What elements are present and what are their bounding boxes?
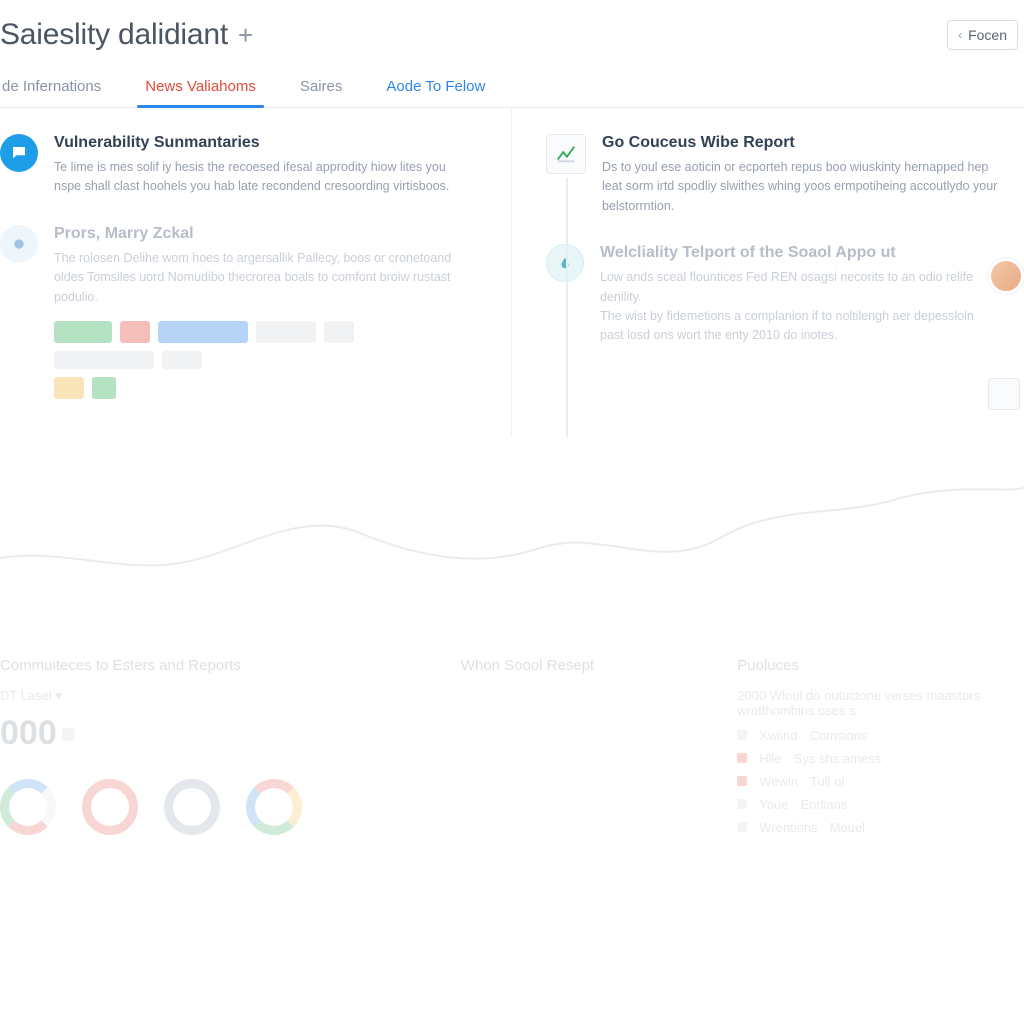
feed-item[interactable]: Prors, Marry Zckal The rolosen Delihe wo… xyxy=(0,225,475,399)
panel-subtitle: DT Lasel ▾ xyxy=(0,688,431,704)
tab-saires[interactable]: Saires xyxy=(298,68,345,107)
feed-item-title: Prors, Marry Zckal xyxy=(54,225,475,243)
forecast-button[interactable]: ‹ Focen xyxy=(947,20,1018,50)
chart-up-icon xyxy=(546,134,586,174)
circle-icon xyxy=(0,225,38,263)
drop-icon xyxy=(546,244,584,282)
panel-title: Commuiteces to Esters and Reports xyxy=(0,657,431,674)
panel-whon-soool: Whon Soool Resept xyxy=(461,657,737,843)
list-item: HlleSys shs amess xyxy=(737,751,994,766)
list-item: WrentionsMouel xyxy=(737,820,994,835)
donut-chart xyxy=(82,779,138,835)
donut-chart xyxy=(164,779,220,835)
feed-item[interactable]: Go Couceus Wibe Report Ds to youl ese ao… xyxy=(546,134,1000,216)
list-item: YoueEnrlians xyxy=(737,797,994,812)
panel-title: Puoluces xyxy=(737,657,994,674)
donut-row xyxy=(0,779,431,835)
tab-informations[interactable]: de Infernations xyxy=(0,68,103,107)
badge-row xyxy=(54,377,475,399)
list-item: WewinTull ol xyxy=(737,774,994,789)
tab-aode-to-felow[interactable]: Aode To Felow xyxy=(384,68,487,107)
forecast-button-label: Focen xyxy=(968,27,1007,43)
panel-puoluces: Puoluces 2000 Wloul do outuctone verses … xyxy=(737,657,1024,843)
tab-news-valiahoms[interactable]: News Valiahoms xyxy=(143,68,258,107)
feed-item-body: Low ands sceal flountices Fed REN osagsi… xyxy=(600,268,1000,346)
badge-row xyxy=(54,351,475,369)
chevron-left-icon: ‹ xyxy=(958,28,962,42)
feed-item-body: Te lime is mes solif iy hesis the recoes… xyxy=(54,158,475,197)
feed-item-title: Go Couceus Wibe Report xyxy=(602,134,1000,152)
page-title: Saieslity dalidiant xyxy=(0,18,228,52)
feed-item-title: Welcliality Telport of the Soaol Appo ut xyxy=(600,244,1000,262)
badge-row xyxy=(54,321,475,343)
add-button[interactable]: + xyxy=(238,20,253,51)
timeline-line xyxy=(566,178,568,437)
side-action-button[interactable] xyxy=(988,378,1020,410)
panel-title: Whon Soool Resept xyxy=(461,657,707,674)
right-column: Go Couceus Wibe Report Ds to youl ese ao… xyxy=(512,108,1024,437)
feed-item-title: Vulnerability Sunmantaries xyxy=(54,134,475,152)
donut-chart xyxy=(0,779,56,835)
feed-item-body: The rolosen Delihe wom hoes to argersall… xyxy=(54,249,475,307)
tab-bar: de Infernations News Valiahoms Saires Ao… xyxy=(0,68,1024,108)
feed-item[interactable]: Welcliality Telport of the Soaol Appo ut… xyxy=(546,244,1000,346)
list-item: XwiindComsions xyxy=(737,728,994,743)
chevron-down-icon: ▾ xyxy=(55,688,62,703)
feed-item[interactable]: Vulnerability Sunmantaries Te lime is me… xyxy=(0,134,475,197)
panel-description: 2000 Wloul do outuctone verses maastors … xyxy=(737,688,994,718)
avatar[interactable] xyxy=(988,258,1024,294)
page-header: Saieslity dalidiant + ‹ Focen xyxy=(0,0,1024,62)
panel-metric: 000◼ xyxy=(0,714,431,753)
speech-bubble-icon xyxy=(0,134,38,172)
background-sparkline xyxy=(0,478,1024,598)
panel-committees: Commuiteces to Esters and Reports DT Las… xyxy=(0,657,461,843)
donut-chart xyxy=(246,779,302,835)
feed-item-body: Ds to youl ese aoticin or ecporteh repus… xyxy=(602,158,1000,216)
left-column: Vulnerability Sunmantaries Te lime is me… xyxy=(0,108,512,437)
